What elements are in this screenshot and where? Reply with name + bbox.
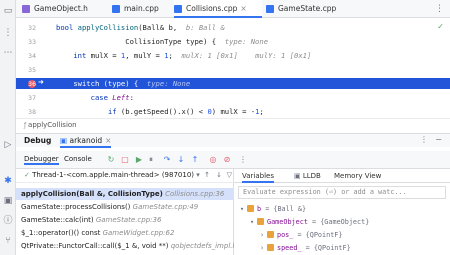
arrow-down-icon[interactable]: ↓ <box>216 169 222 182</box>
line-number: 38 <box>28 108 36 116</box>
close-icon[interactable]: × <box>105 136 111 145</box>
more-icon[interactable]: ⋮ <box>238 155 248 165</box>
line-number: 36 <box>28 80 36 88</box>
check-icon: ✓ <box>437 22 444 31</box>
git-icon[interactable]: ⑂ <box>3 236 13 246</box>
check-icon: ✓ <box>24 171 33 179</box>
filter-icon[interactable]: ▽ <box>227 169 232 182</box>
code-line[interactable]: bool applyCollision(Ball& b, b: Ball & <box>56 23 225 32</box>
step-into-icon[interactable]: ↓ <box>176 155 186 165</box>
header-file-icon <box>22 5 30 13</box>
debugger-toolbar: Debugger Console ↻ ▢ ▶ ⏸ ↷ ↓ ↑ ◎ ⊘ ⋮ <box>16 151 450 169</box>
variables-panel: Variables ▣ LLDB Memory View Evaluate ex… <box>234 169 450 255</box>
code-line[interactable]: case Left: <box>56 93 134 102</box>
variable-icon <box>247 205 254 212</box>
resume-icon[interactable]: ▶ <box>134 155 144 165</box>
cpp-file-icon <box>174 5 182 13</box>
chevron-right-icon[interactable]: › <box>260 230 267 241</box>
stack-frame[interactable]: $_1::operator()() const GameWidget.cpp:6… <box>16 227 234 239</box>
problems-icon[interactable]: ⓘ <box>3 216 13 226</box>
stack-frame[interactable]: GameState::calc(int) GameState.cpp:36 <box>16 214 234 226</box>
evaluate-expression-input[interactable]: Evaluate expression (⏎) or add a watc... <box>238 186 446 199</box>
variable-row[interactable]: ▾ GameObject = {GameObject} <box>250 217 369 228</box>
stack-frame[interactable]: GameState::processCollisions() GameState… <box>16 201 234 213</box>
chevron-down-icon[interactable]: ▾ <box>240 204 247 215</box>
tab-gameobject-h[interactable]: GameObject.h <box>22 0 96 18</box>
run-config-tab[interactable]: ▣ arkanoid × <box>60 136 112 148</box>
close-icon[interactable]: × <box>240 4 246 13</box>
tab-memory-view[interactable]: Memory View <box>334 169 381 183</box>
variable-row[interactable]: › speed_ = {QPointF} <box>260 243 351 254</box>
line-number: 32 <box>28 24 36 32</box>
more-icon[interactable]: ⋯ <box>3 48 13 58</box>
tab-collisions-cpp[interactable]: Collisions.cpp × <box>174 0 262 18</box>
tab-debugger[interactable]: Debugger <box>24 155 59 165</box>
stop-icon[interactable]: ▢ <box>120 155 130 165</box>
left-toolbar: ▭ ⋮ ⋯ ▷ ✱ ▣ ⓘ ⑂ <box>0 0 16 255</box>
rerun-icon[interactable]: ↻ <box>106 155 116 165</box>
stack-frame[interactable]: QtPrivate::FunctorCall::call($_1 &, void… <box>16 240 234 252</box>
terminal-icon[interactable]: ▣ <box>3 196 13 206</box>
line-number: 37 <box>28 94 36 102</box>
chevron-down-icon: ▾ <box>194 171 200 179</box>
code-line[interactable]: if (b.getSpeed().x() < 0) mulX = -1; <box>56 107 264 116</box>
code-line[interactable]: CollisionType type) { type: None <box>56 37 268 46</box>
structure-icon[interactable]: ⋮ <box>3 28 13 38</box>
debug-tool-window-header: Debug ▣ arkanoid × ⋮ − <box>16 133 450 148</box>
stack-frame[interactable]: applyCollision(Ball &, CollisionType) Co… <box>16 188 234 200</box>
chevron-down-icon[interactable]: ▾ <box>250 217 257 228</box>
mute-breakpoints-icon[interactable]: ⊘ <box>222 155 232 165</box>
editor-tabs: GameObject.h main.cpp Collisions.cpp × Ga… <box>16 0 450 18</box>
tab-variables[interactable]: Variables <box>242 169 274 183</box>
folder-icon[interactable]: ▭ <box>3 6 13 16</box>
pause-icon[interactable]: ⏸ <box>146 155 156 165</box>
run-icon[interactable]: ▷ <box>3 140 13 150</box>
code-editor[interactable]: ✓ 32 bool applyCollision(Ball& b, b: Bal… <box>16 18 450 118</box>
chevron-right-icon[interactable]: › <box>260 243 267 254</box>
variables-tabs: Variables ▣ LLDB Memory View <box>234 169 450 183</box>
variable-icon <box>267 244 274 251</box>
variable-icon <box>267 231 274 238</box>
more-vertical-icon[interactable]: ⋮ <box>435 4 444 14</box>
debug-title: Debug <box>24 136 52 145</box>
tab-console[interactable]: Console <box>64 155 92 163</box>
terminal-icon: ▣ <box>294 172 303 180</box>
line-number: 33 <box>28 38 36 46</box>
execution-arrow-icon: ➜ <box>38 78 44 86</box>
cpp-file-icon <box>112 5 120 13</box>
more-vertical-icon[interactable]: ⋮ <box>420 135 428 144</box>
frames-panel: ✓ Thread-1-<com.apple.main-thread> (9870… <box>16 169 234 255</box>
code-line[interactable]: int mulX = 1, mulY = 1; mulX: 1 [0x1] mu… <box>56 51 311 60</box>
code-line[interactable]: switch (type) { type: None <box>56 79 190 88</box>
tab-lldb[interactable]: ▣ LLDB <box>294 169 321 183</box>
minimize-icon[interactable]: − <box>435 135 442 144</box>
tab-main-cpp[interactable]: main.cpp <box>112 0 168 18</box>
step-over-icon[interactable]: ↷ <box>162 155 172 165</box>
line-number: 34 <box>28 52 36 60</box>
line-number: 35 <box>28 66 36 74</box>
breadcrumb[interactable]: ƒ applyCollision <box>16 118 450 132</box>
cpp-file-icon <box>266 5 274 13</box>
arrow-up-icon[interactable]: ↑ <box>204 169 210 182</box>
variable-row[interactable]: › pos_ = {QPointF} <box>260 230 342 241</box>
step-out-icon[interactable]: ↑ <box>190 155 200 165</box>
variable-row[interactable]: ▾ b = {Ball &} <box>240 204 306 215</box>
tab-gamestate-cpp[interactable]: GameState.cpp <box>266 0 346 18</box>
view-breakpoints-icon[interactable]: ◎ <box>208 155 218 165</box>
variable-icon <box>257 218 264 225</box>
thread-selector[interactable]: ✓ Thread-1-<com.apple.main-thread> (9870… <box>16 169 234 183</box>
debug-icon[interactable]: ✱ <box>3 176 13 186</box>
